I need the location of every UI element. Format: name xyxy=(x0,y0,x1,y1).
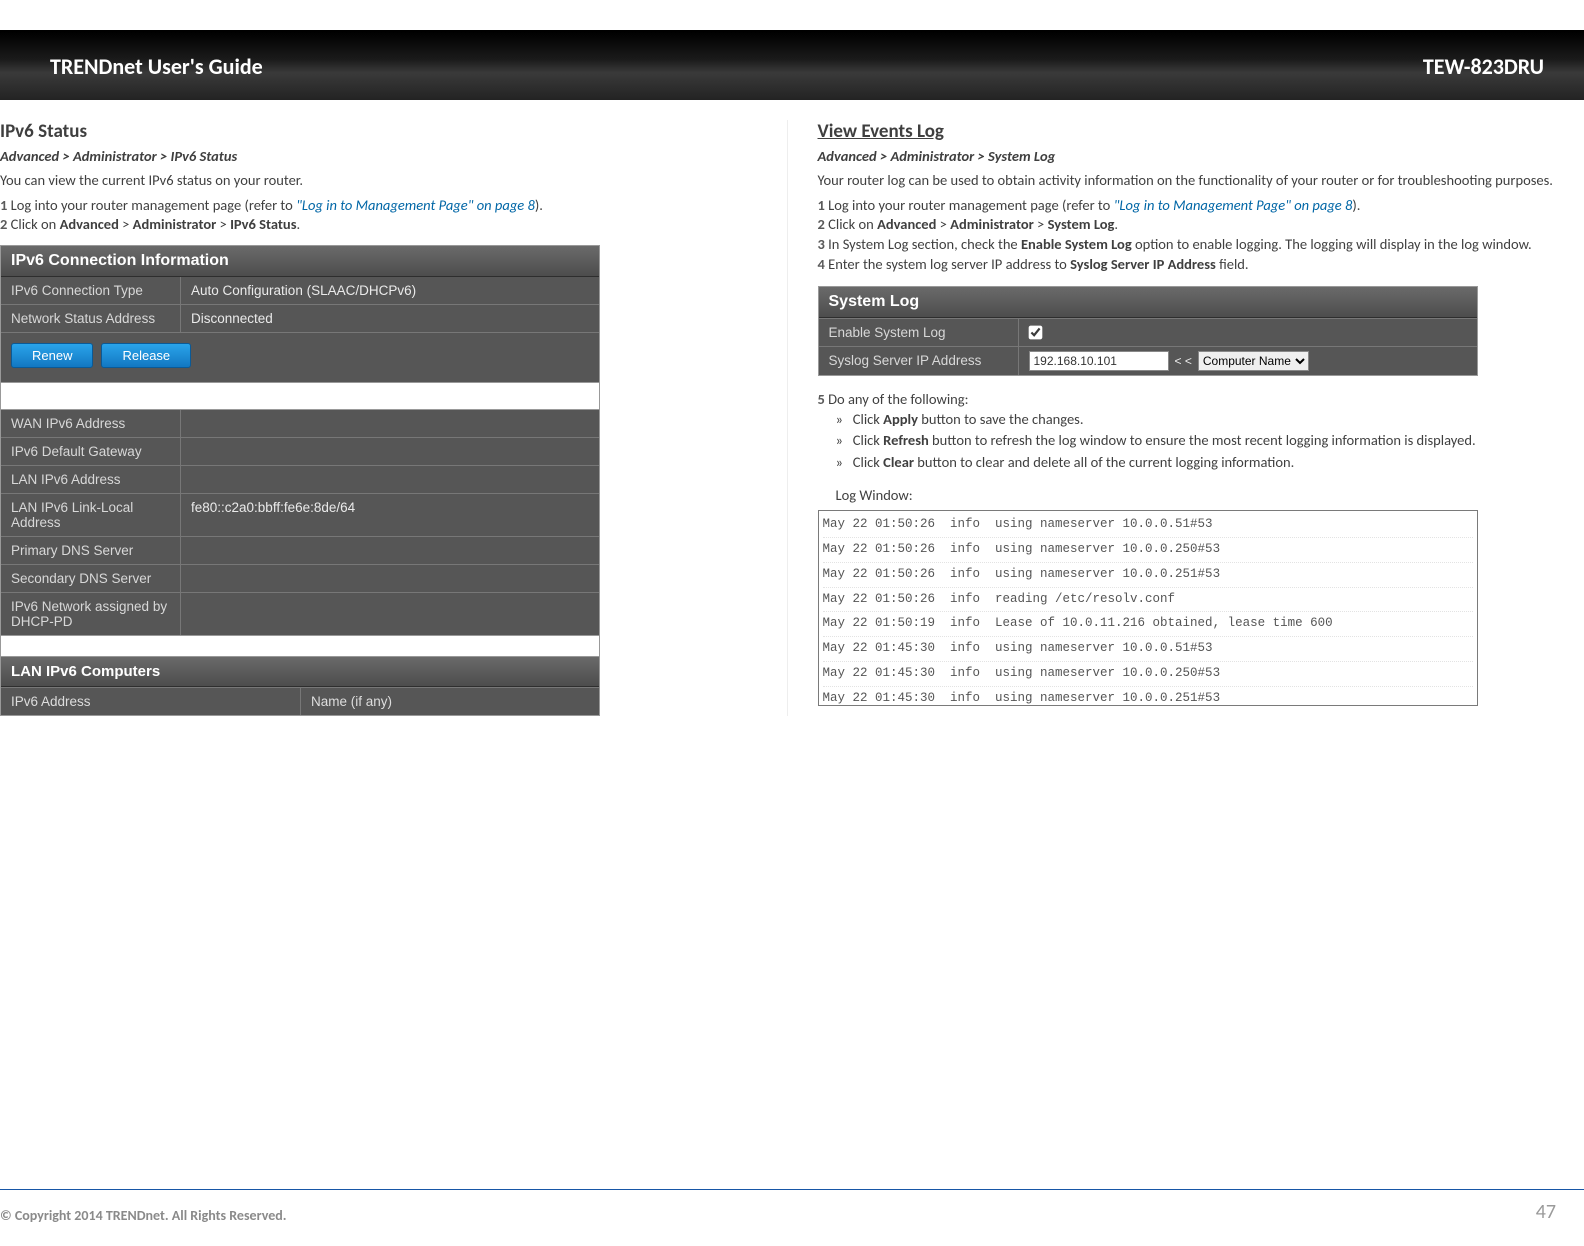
log-window-label: Log Window: xyxy=(836,486,1565,504)
events-step-4: 4 Enter the system log server IP address… xyxy=(818,255,1565,275)
doc-header: TRENDnet User's Guide TEW-823DRU xyxy=(0,30,1584,100)
link-login-page[interactable]: "Log in to Management Page" on page 8 xyxy=(1114,196,1353,214)
syslog-panel: System Log Enable System Log Syslog Serv… xyxy=(818,286,1478,376)
doc-model: TEW-823DRU xyxy=(1423,53,1544,80)
enable-syslog-checkbox[interactable] xyxy=(1028,326,1042,340)
events-intro: Your router log can be used to obtain ac… xyxy=(818,171,1565,190)
ipv6-step-1: 1 Log into your router management page (… xyxy=(0,196,747,216)
renew-button[interactable]: Renew xyxy=(11,343,93,368)
log-line: May 22 01:50:26 info using nameserver 10… xyxy=(823,538,1473,563)
ipv6-panel: IPv6 Connection Information IPv6 Connect… xyxy=(0,245,600,716)
lan-ipv6-title: LAN IPv6 Computers xyxy=(1,657,599,687)
bullet-clear: » Click Clear button to clear and delete… xyxy=(836,453,1565,473)
kv-row: Network Status Address Disconnected xyxy=(1,304,599,332)
ipv6-button-row: Renew Release xyxy=(1,332,599,382)
syslog-panel-title: System Log xyxy=(819,287,1477,318)
ipv6-rows-2: WAN IPv6 Address IPv6 Default Gateway LA… xyxy=(1,410,599,635)
syslog-enable-row: Enable System Log xyxy=(819,318,1477,346)
doc-footer: © Copyright 2014 TRENDnet. All Rights Re… xyxy=(0,1189,1584,1224)
page-number: 47 xyxy=(1536,1200,1556,1224)
bullet-refresh: » Click Refresh button to refresh the lo… xyxy=(836,431,1565,451)
events-step-2: 2 Click on Advanced > Administrator > Sy… xyxy=(818,215,1565,235)
syslog-ip-row: Syslog Server IP Address < < Computer Na… xyxy=(819,346,1477,375)
syslog-computer-select[interactable]: Computer Name xyxy=(1198,351,1309,371)
log-line: May 22 01:45:30 info using nameserver 10… xyxy=(823,637,1473,662)
panel-spacer xyxy=(1,635,599,657)
log-line: May 22 01:50:26 info reading /etc/resolv… xyxy=(823,588,1473,613)
events-step-1: 1 Log into your router management page (… xyxy=(818,196,1565,216)
panel-spacer xyxy=(1,382,599,410)
events-title: View Events Log xyxy=(818,120,1565,143)
events-breadcrumb: Advanced > Administrator > System Log xyxy=(818,147,1565,165)
ipv6-rows-1: IPv6 Connection Type Auto Configuration … xyxy=(1,277,599,332)
log-line: May 22 01:50:19 info Lease of 10.0.11.21… xyxy=(823,612,1473,637)
log-line: May 22 01:45:30 info using nameserver 10… xyxy=(823,662,1473,687)
ipv6-panel-title: IPv6 Connection Information xyxy=(1,246,599,277)
ipv6-intro: You can view the current IPv6 status on … xyxy=(0,171,747,190)
release-button[interactable]: Release xyxy=(101,343,191,368)
log-window[interactable]: May 22 01:50:26 info using nameserver 10… xyxy=(818,510,1478,706)
ipv6-breadcrumb: Advanced > Administrator > IPv6 Status xyxy=(0,147,747,165)
lan-ipv6-header-row: IPv6 Address Name (if any) xyxy=(1,687,599,715)
bullet-apply: » Click Apply button to save the changes… xyxy=(836,410,1565,430)
syslog-arrow-icon: < < xyxy=(1175,354,1192,368)
log-line: May 22 01:50:26 info using nameserver 10… xyxy=(823,563,1473,588)
log-line: May 22 01:45:30 info using nameserver 10… xyxy=(823,687,1473,707)
kv-row: IPv6 Connection Type Auto Configuration … xyxy=(1,277,599,304)
ipv6-title: IPv6 Status xyxy=(0,120,747,143)
doc-title: TRENDnet User's Guide xyxy=(50,53,263,80)
log-line: May 22 01:50:26 info using nameserver 10… xyxy=(823,513,1473,538)
ipv6-step-2: 2 Click on Advanced > Administrator > IP… xyxy=(0,215,747,235)
link-login-page[interactable]: "Log in to Management Page" on page 8 xyxy=(296,196,535,214)
events-step-5: 5 Do any of the following: xyxy=(818,390,1565,410)
syslog-ip-input[interactable] xyxy=(1029,351,1169,371)
events-step-3: 3 In System Log section, check the Enabl… xyxy=(818,235,1565,255)
